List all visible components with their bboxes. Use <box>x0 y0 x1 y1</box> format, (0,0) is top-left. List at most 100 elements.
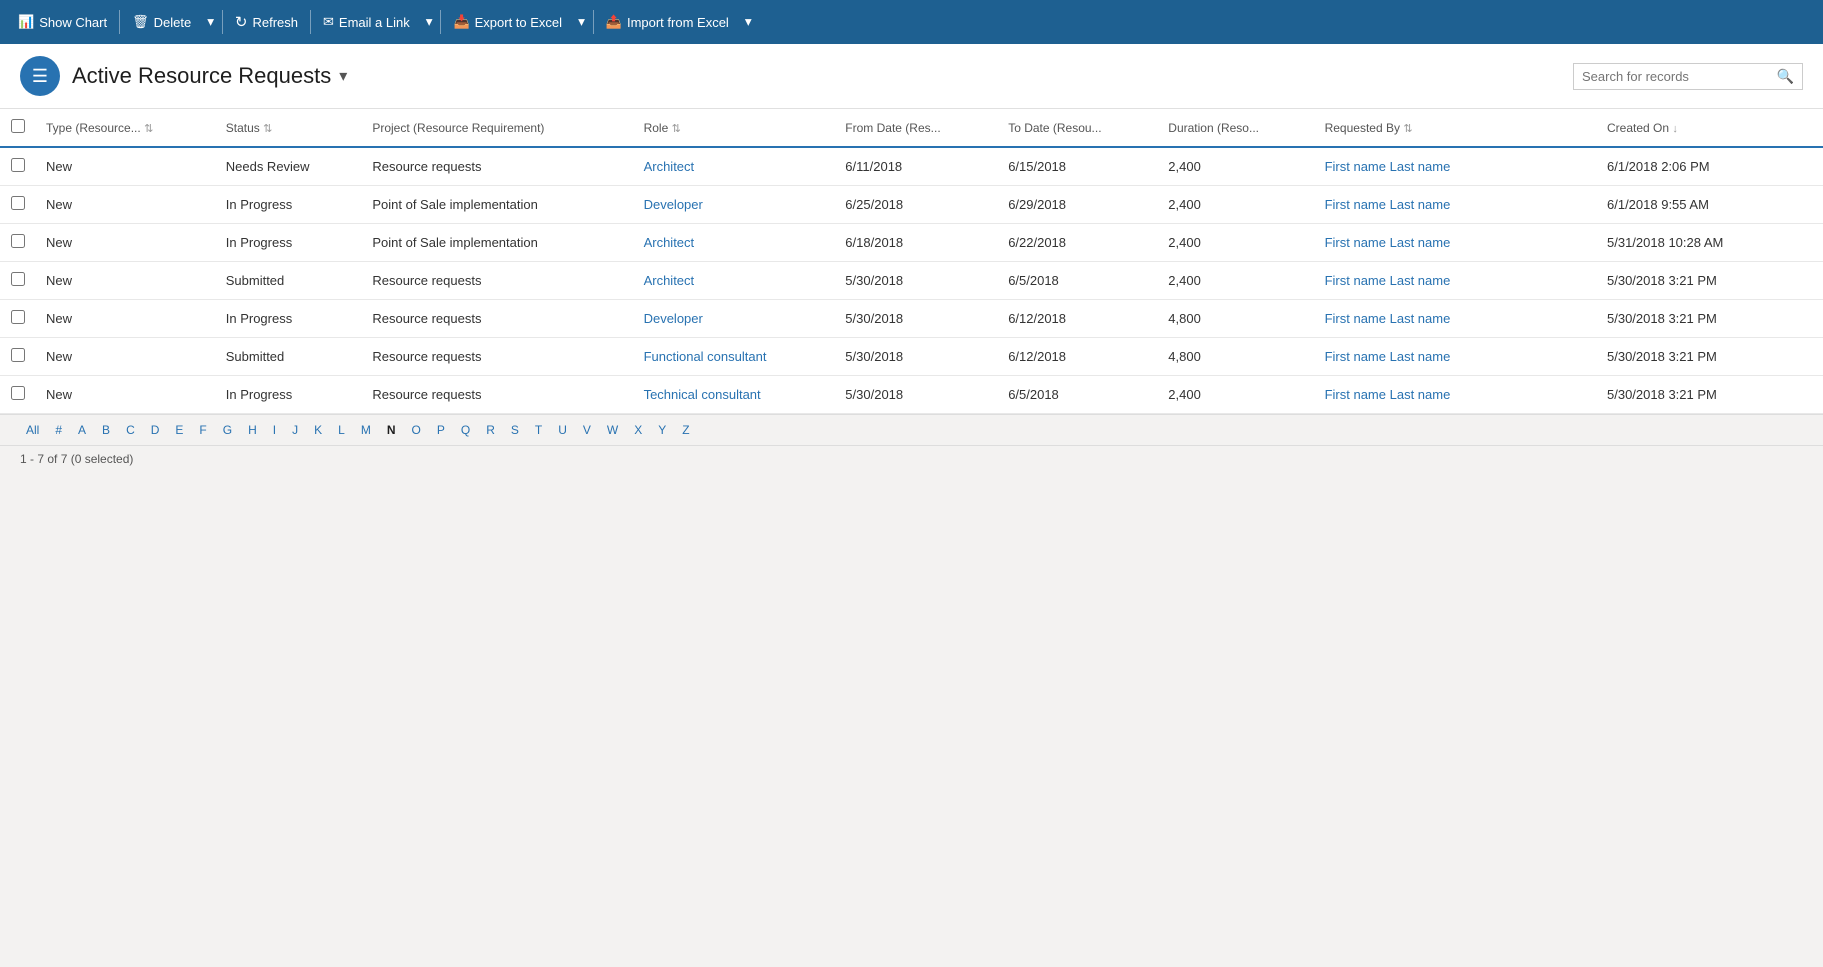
page-letter-w[interactable]: W <box>601 421 624 439</box>
col-project[interactable]: Project (Resource Requirement) <box>362 109 633 147</box>
row-checkbox[interactable] <box>11 234 25 248</box>
page-letter-y[interactable]: Y <box>652 421 672 439</box>
row-checkbox[interactable] <box>11 272 25 286</box>
requested-by-link[interactable]: First name Last name <box>1325 197 1451 212</box>
row-checkbox[interactable] <box>11 386 25 400</box>
requested-by-link[interactable]: First name Last name <box>1325 235 1451 250</box>
row-project: Resource requests <box>362 262 633 300</box>
row-status: In Progress <box>216 186 363 224</box>
search-input[interactable] <box>1582 69 1777 84</box>
requested-by-link[interactable]: First name Last name <box>1325 387 1451 402</box>
row-role[interactable]: Architect <box>634 147 836 186</box>
page-letter-all[interactable]: All <box>20 421 45 439</box>
row-from-date: 5/30/2018 <box>835 262 998 300</box>
col-requested-by[interactable]: Requested By <box>1315 109 1597 147</box>
col-created-on[interactable]: Created On <box>1597 109 1823 147</box>
import-dropdown[interactable] <box>739 0 758 44</box>
table-row: New In Progress Point of Sale implementa… <box>0 186 1823 224</box>
page-letter-#[interactable]: # <box>49 421 68 439</box>
export-excel-button[interactable]: Export to Excel <box>443 0 572 44</box>
page-letter-i[interactable]: I <box>267 421 282 439</box>
row-duration: 4,800 <box>1158 338 1314 376</box>
delete-dropdown[interactable] <box>201 0 220 44</box>
page-letter-c[interactable]: C <box>120 421 141 439</box>
page-letter-r[interactable]: R <box>480 421 501 439</box>
refresh-button[interactable]: Refresh <box>225 0 308 44</box>
requested-by-link[interactable]: First name Last name <box>1325 273 1451 288</box>
row-checkbox[interactable] <box>11 196 25 210</box>
page-letter-p[interactable]: P <box>431 421 451 439</box>
row-from-date: 6/25/2018 <box>835 186 998 224</box>
search-icon[interactable]: 🔍 <box>1777 68 1794 85</box>
page-letter-u[interactable]: U <box>552 421 573 439</box>
col-to-date[interactable]: To Date (Resou... <box>998 109 1158 147</box>
role-link[interactable]: Developer <box>644 197 703 212</box>
page-letter-t[interactable]: T <box>529 421 548 439</box>
row-checkbox[interactable] <box>11 310 25 324</box>
requested-by-link[interactable]: First name Last name <box>1325 349 1451 364</box>
row-role[interactable]: Technical consultant <box>634 376 836 414</box>
page-letter-e[interactable]: E <box>169 421 189 439</box>
page-letter-s[interactable]: S <box>505 421 525 439</box>
col-from-date[interactable]: From Date (Res... <box>835 109 998 147</box>
row-checkbox-cell <box>0 186 36 224</box>
page-letter-m[interactable]: M <box>355 421 377 439</box>
page-letter-q[interactable]: Q <box>455 421 476 439</box>
page-letter-j[interactable]: J <box>286 421 304 439</box>
row-role[interactable]: Architect <box>634 224 836 262</box>
page-letter-n[interactable]: N <box>381 421 402 439</box>
row-duration: 2,400 <box>1158 147 1314 186</box>
row-to-date: 6/12/2018 <box>998 300 1158 338</box>
select-all-checkbox[interactable] <box>11 119 25 133</box>
row-from-date: 5/30/2018 <box>835 376 998 414</box>
page-letter-a[interactable]: A <box>72 421 92 439</box>
page-letter-l[interactable]: L <box>332 421 351 439</box>
table-row: New In Progress Resource requests Techni… <box>0 376 1823 414</box>
col-duration[interactable]: Duration (Reso... <box>1158 109 1314 147</box>
col-status[interactable]: Status <box>216 109 363 147</box>
page-letter-g[interactable]: G <box>217 421 238 439</box>
role-link[interactable]: Architect <box>644 235 695 250</box>
role-link[interactable]: Architect <box>644 159 695 174</box>
col-type[interactable]: Type (Resource... <box>36 109 216 147</box>
role-link[interactable]: Architect <box>644 273 695 288</box>
email-link-button[interactable]: Email a Link <box>313 0 420 44</box>
row-type: New <box>36 147 216 186</box>
row-type: New <box>36 338 216 376</box>
page-letter-k[interactable]: K <box>308 421 328 439</box>
role-link[interactable]: Technical consultant <box>644 387 761 402</box>
page-letter-b[interactable]: B <box>96 421 116 439</box>
email-link-label: Email a Link <box>339 15 410 30</box>
row-checkbox[interactable] <box>11 348 25 362</box>
title-chevron-icon[interactable]: ▾ <box>339 66 347 86</box>
row-checkbox[interactable] <box>11 158 25 172</box>
role-link[interactable]: Functional consultant <box>644 349 767 364</box>
email-dropdown[interactable] <box>420 0 439 44</box>
requested-by-link[interactable]: First name Last name <box>1325 311 1451 326</box>
page-letter-x[interactable]: X <box>628 421 648 439</box>
export-dropdown[interactable] <box>572 0 591 44</box>
import-excel-button[interactable]: Import from Excel <box>596 0 739 44</box>
row-project: Resource requests <box>362 338 633 376</box>
row-role[interactable]: Developer <box>634 186 836 224</box>
row-duration: 2,400 <box>1158 224 1314 262</box>
page-letter-f[interactable]: F <box>193 421 212 439</box>
page-letter-z[interactable]: Z <box>676 421 695 439</box>
row-role[interactable]: Functional consultant <box>634 338 836 376</box>
show-chart-button[interactable]: Show Chart <box>8 0 117 44</box>
role-link[interactable]: Developer <box>644 311 703 326</box>
row-from-date: 5/30/2018 <box>835 338 998 376</box>
col-role[interactable]: Role <box>634 109 836 147</box>
page-letter-h[interactable]: H <box>242 421 263 439</box>
page-letter-o[interactable]: O <box>406 421 427 439</box>
requested-by-link[interactable]: First name Last name <box>1325 159 1451 174</box>
page-letter-v[interactable]: V <box>577 421 597 439</box>
row-created-on: 5/30/2018 3:21 PM <box>1597 338 1823 376</box>
row-role[interactable]: Developer <box>634 300 836 338</box>
row-role[interactable]: Architect <box>634 262 836 300</box>
header-area: ☰ Active Resource Requests ▾ 🔍 <box>0 44 1823 109</box>
delete-button[interactable]: Delete <box>122 0 201 44</box>
row-duration: 2,400 <box>1158 186 1314 224</box>
row-status: In Progress <box>216 224 363 262</box>
page-letter-d[interactable]: D <box>145 421 166 439</box>
